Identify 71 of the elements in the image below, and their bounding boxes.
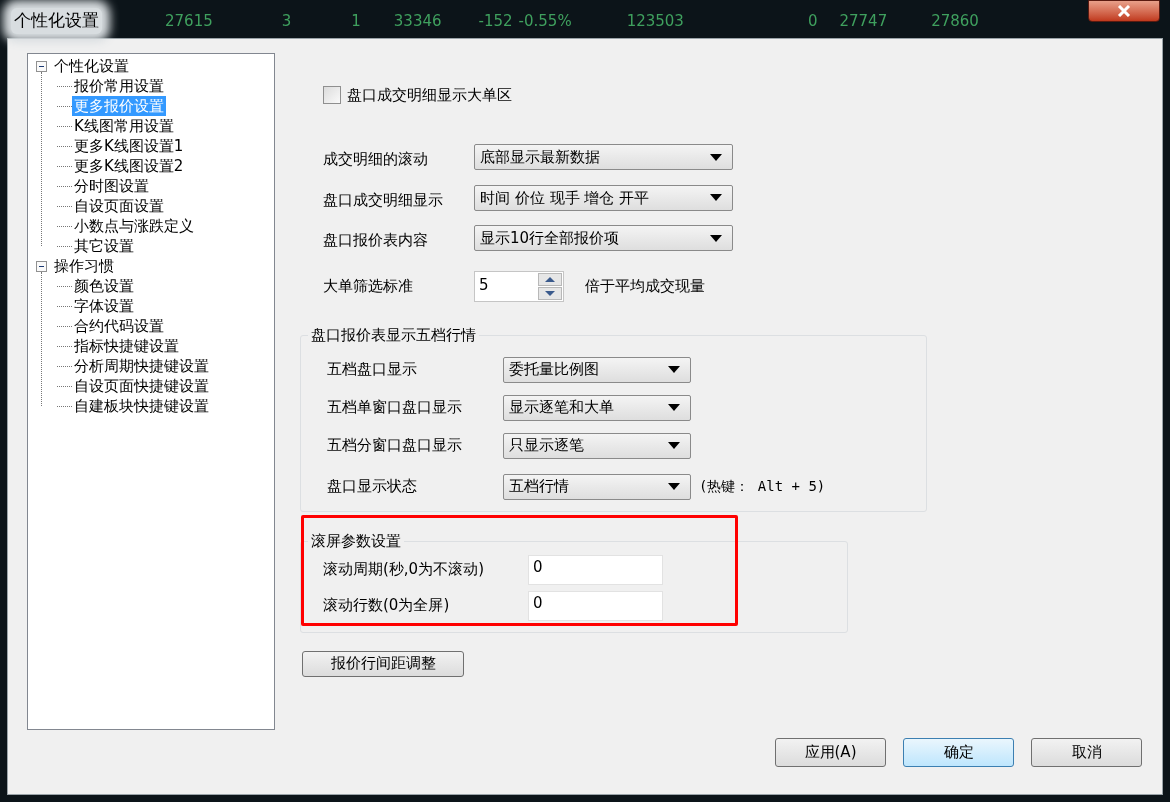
tree-item[interactable]: 其它设置 — [72, 236, 136, 256]
field-suffix: 倍于平均成交现量 — [585, 275, 705, 297]
ticker-value: 123503 — [626, 10, 684, 32]
caret-icon — [668, 366, 680, 373]
spin-field[interactable]: 5 — [474, 270, 564, 302]
ticker-value: 3 — [281, 10, 292, 32]
caret-icon — [710, 194, 722, 202]
hotkey-hint: (热键： Alt + 5) — [699, 477, 826, 496]
tree-item[interactable]: 自设页面快捷键设置 — [72, 376, 211, 396]
ticker-value: -0.55% — [518, 10, 572, 32]
tree-item[interactable]: 小数点与涨跌定义 — [72, 216, 196, 236]
close-icon — [1117, 5, 1131, 17]
field-label: 大单筛选标准 — [323, 275, 414, 297]
field-label: 五档单窗口盘口显示 — [327, 397, 463, 419]
tree-item[interactable]: K线图常用设置 — [72, 116, 176, 136]
caret-icon — [668, 483, 680, 490]
field-label: 盘口显示状态 — [327, 476, 418, 498]
dropdown[interactable]: 显示10行全部报价项 — [474, 225, 733, 252]
field-label: 五档分窗口盘口显示 — [327, 435, 463, 457]
tree-item[interactable]: 更多K线图设置1 — [72, 136, 186, 156]
tree-item[interactable]: 合约代码设置 — [72, 316, 166, 336]
tree-item[interactable]: 字体设置 — [72, 296, 136, 316]
ticker-value: 27747 — [839, 10, 888, 32]
input-field[interactable]: 0 — [528, 590, 663, 621]
field-label: 成交明细的滚动 — [323, 149, 429, 170]
up-icon — [545, 276, 555, 282]
dropdown[interactable]: 时间 价位 现手 增仓 开平 — [474, 184, 733, 211]
dropdown[interactable]: 底部显示最新数据 — [474, 144, 733, 171]
field-label: 五档盘口显示 — [327, 359, 418, 381]
collapse-icon[interactable] — [36, 260, 47, 272]
ticker-value: 27615 — [165, 10, 213, 32]
down-icon — [545, 290, 555, 296]
tree-item[interactable]: 自设页面设置 — [72, 196, 166, 216]
dropdown[interactable]: 只显示逐笔 — [503, 432, 691, 459]
ticker-value: 0 — [807, 10, 818, 32]
field-label: 盘口报价表内容 — [323, 230, 429, 251]
tree-item[interactable]: 分时图设置 — [72, 176, 151, 196]
spin-up-button[interactable] — [538, 272, 562, 286]
tree-item[interactable]: 指标快捷键设置 — [72, 336, 181, 356]
caret-icon — [668, 442, 680, 449]
input-field[interactable]: 0 — [528, 554, 663, 585]
dialog-button[interactable]: 确定 — [903, 738, 1014, 767]
field-label: 盘口成交明细显示 — [323, 189, 444, 211]
dialog-button[interactable]: 取消 — [1031, 738, 1142, 767]
ticker-value: 1 — [351, 10, 361, 32]
field-label: 滚动周期(秒,0为不滚动) — [323, 559, 485, 581]
ticker-value: -152 — [478, 10, 513, 32]
tree-item[interactable]: 报价常用设置 — [72, 76, 166, 96]
dialog-button[interactable]: 应用(A) — [775, 738, 886, 767]
tree-item[interactable]: 分析周期快捷键设置 — [72, 356, 211, 376]
dropdown[interactable]: 委托量比例图 — [503, 356, 691, 383]
checkbox[interactable] — [323, 86, 341, 104]
window-title: 个性化设置 — [11, 8, 102, 34]
tree-item[interactable]: 个性化设置 — [52, 56, 131, 76]
caret-icon — [668, 404, 680, 411]
dropdown[interactable]: 显示逐笔和大单 — [503, 394, 691, 421]
tree-item[interactable]: 更多K线图设置2 — [72, 156, 186, 176]
ticker-value: 27860 — [931, 10, 979, 32]
caret-icon — [710, 153, 722, 161]
ticker-value: 33346 — [393, 10, 442, 32]
checkbox-label: 盘口成交明细显示大单区 — [347, 84, 512, 106]
field-label: 滚动行数(0为全屏) — [323, 595, 451, 617]
spin-down-button[interactable] — [538, 286, 562, 300]
spacing-button[interactable]: 报价行间距调整 — [302, 650, 464, 677]
tree-item[interactable]: 自建板块快捷键设置 — [72, 396, 211, 416]
tree-item[interactable]: 颜色设置 — [72, 276, 136, 296]
close-button[interactable] — [1088, 0, 1160, 22]
caret-icon — [710, 234, 722, 242]
dropdown[interactable]: 五档行情 — [503, 473, 691, 500]
tree-item[interactable]: 操作习惯 — [52, 256, 116, 276]
collapse-icon[interactable] — [36, 60, 47, 72]
